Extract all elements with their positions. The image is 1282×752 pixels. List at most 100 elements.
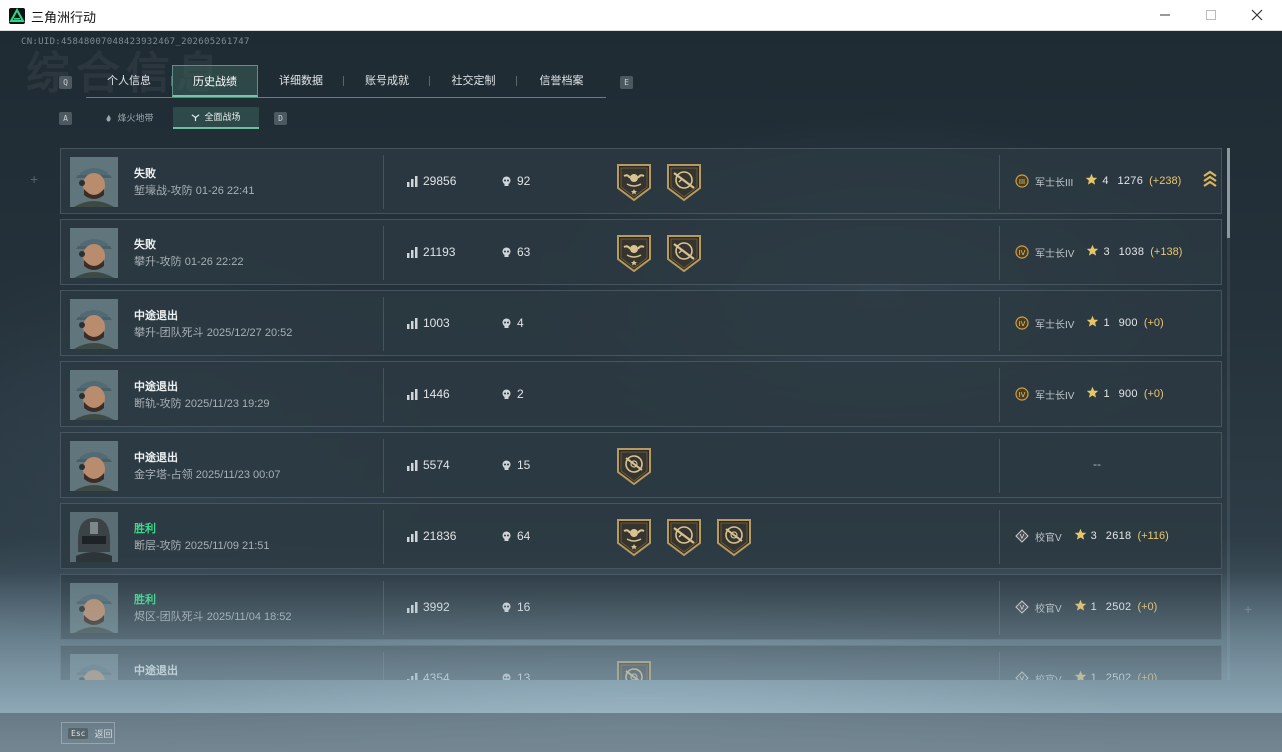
match-row[interactable]: 失败 攀升-攻防 01-26 22:22 21193 63 IV 军士长IV 3 10… [60, 219, 1222, 285]
match-result: 胜利 [134, 523, 156, 535]
match-medals [615, 659, 653, 680]
rank-iv-icon: IV [1015, 387, 1029, 401]
match-row[interactable]: 胜利 烬区-团队死斗 2025/11/04 18:52 3992 16 V 校官V… [60, 574, 1222, 640]
rank-info: IV 军士长IV 1 900 (+0) [1015, 315, 1164, 331]
operator-portrait-icon [70, 299, 118, 349]
rank-stars: 1 [1074, 599, 1097, 615]
next-subtab-key-hint[interactable]: D [274, 112, 287, 125]
match-score: 5574 [407, 458, 450, 472]
star-count: 1 [1103, 317, 1110, 329]
svg-text:V: V [1020, 533, 1025, 541]
rank-stars: 1 [1086, 386, 1110, 402]
score-value: 4354 [423, 671, 450, 680]
rank-points: 2502 [1105, 672, 1132, 680]
next-tab-key-hint[interactable]: E [620, 76, 633, 89]
tab-detailed-data[interactable]: 详细数据 [258, 65, 344, 97]
rank-points-delta: (+0) [1143, 388, 1164, 400]
match-row[interactable]: 中途退出 金字塔-占领 2025/11/23 00:07 5574 15 -- [60, 432, 1222, 498]
score-value: 1446 [423, 387, 450, 401]
score-bars-icon [407, 459, 418, 471]
kills-value: 64 [517, 529, 531, 543]
tab-match-history[interactable]: 历史战绩 [172, 65, 258, 97]
match-result: 中途退出 [134, 381, 178, 393]
score-bars-icon [407, 672, 418, 680]
kills-value: 15 [517, 458, 531, 472]
rank-info: III 军士长III 4 1276 (+238) [1015, 173, 1181, 189]
rank-points-delta: (+116) [1137, 530, 1169, 542]
prev-subtab-key-hint[interactable]: A [59, 112, 72, 125]
match-medals [615, 162, 703, 202]
match-history-list[interactable]: 失败 堑壕战-攻防 01-26 22:41 29856 92 III 军士长III… [60, 148, 1223, 680]
rank-stars: 3 [1074, 528, 1097, 544]
window-titlebar: 三角洲行动 [0, 0, 1282, 31]
svg-text:III: III [1019, 178, 1025, 186]
svg-text:V: V [1020, 604, 1025, 612]
medal-target-icon [615, 659, 653, 680]
star-count: 3 [1090, 530, 1097, 542]
match-score: 29856 [407, 174, 456, 188]
skull-icon [502, 602, 511, 612]
match-kills: 4 [501, 316, 524, 330]
svg-text:V: V [1020, 675, 1025, 680]
tab-social-custom[interactable]: 社交定制 [430, 65, 517, 97]
match-mode-time: 攀升-团队死斗 2025/12/27 20:52 [134, 327, 293, 339]
operator-avatar [70, 654, 118, 680]
rank-name: 校官V [1035, 674, 1062, 681]
match-medals [615, 517, 753, 557]
rank-points: 2618 [1105, 530, 1132, 542]
tab-credit-file[interactable]: 信誉档案 [517, 65, 606, 97]
maximize-icon [1206, 10, 1216, 20]
rank-info: IV 军士长IV 1 900 (+0) [1015, 386, 1164, 402]
star-count: 1 [1090, 672, 1097, 680]
subtab-warfare[interactable]: 全面战场 [173, 107, 259, 129]
minimize-button[interactable] [1142, 0, 1188, 30]
rank-points-delta: (+0) [1143, 317, 1164, 329]
kills-value: 63 [517, 245, 531, 259]
close-button[interactable] [1234, 0, 1280, 30]
match-kills: 16 [501, 600, 530, 614]
match-row[interactable]: 失败 堑壕战-攻防 01-26 22:41 29856 92 III 军士长III… [60, 148, 1222, 214]
match-row[interactable]: 胜利 断层-攻防 2025/11/09 21:51 21836 64 V 校官V 3… [60, 503, 1222, 569]
star-icon [1074, 599, 1087, 615]
star-icon [1086, 315, 1099, 331]
subtab-operations-label: 烽火地带 [117, 113, 154, 123]
kills-value: 92 [517, 174, 531, 188]
rank-info: IV 军士长IV 3 1038 (+138) [1015, 244, 1182, 260]
star-count: 1 [1103, 388, 1110, 400]
maximize-button[interactable] [1188, 0, 1234, 30]
rank-empty: -- [1093, 457, 1101, 471]
operator-avatar [70, 370, 118, 420]
match-score: 21836 [407, 529, 456, 543]
rank-officer-v-icon: V [1015, 671, 1029, 680]
rank-iv-icon: IV [1015, 245, 1029, 259]
score-value: 29856 [423, 174, 457, 188]
match-list-scrollbar[interactable] [1227, 148, 1230, 680]
rank-name: 军士长III [1035, 177, 1074, 189]
operator-portrait-icon [70, 441, 118, 491]
tab-personal-info[interactable]: 个人信息 [86, 65, 172, 97]
score-bars-icon [407, 317, 418, 329]
match-row[interactable]: 中途退出 攀升-团队死斗 2025/12/27 20:52 1003 4 IV 军… [60, 290, 1222, 356]
skull-icon [502, 389, 511, 399]
star-count: 4 [1102, 175, 1109, 187]
tab-achievements[interactable]: 账号成就 [344, 65, 430, 97]
match-result: 失败 [134, 168, 156, 180]
rank-info: V 校官V 3 2618 (+116) [1015, 528, 1169, 544]
game-viewport: 综合信息 CN:UID:4584800704842393246​7_202605… [0, 31, 1282, 752]
match-row[interactable]: 中途退出 断轨-攻防 2025/11/23 19:29 1446 2 IV 军士长… [60, 361, 1222, 427]
subtab-warfare-label: 全面战场 [204, 112, 241, 122]
match-mode-time: 堑壕战-攻防 01-26 22:41 [134, 185, 255, 197]
match-row[interactable]: 中途退出 烬区-攻防 2025/11/04 18:40 4354 13 V 校官V… [60, 645, 1222, 680]
esc-key-hint: Esc [68, 727, 89, 739]
back-button[interactable]: Esc 返回 [61, 722, 115, 744]
star-icon [1086, 386, 1099, 402]
operator-avatar [70, 228, 118, 278]
match-kills: 63 [501, 245, 530, 259]
scrollbar-thumb[interactable] [1227, 148, 1230, 238]
match-result: 中途退出 [134, 310, 178, 322]
promotion-chevrons-icon [1203, 169, 1217, 191]
star-icon [1074, 670, 1087, 680]
operator-avatar [70, 583, 118, 633]
prev-tab-key-hint[interactable]: Q [59, 76, 72, 89]
subtab-operations[interactable]: 烽火地带 [88, 107, 170, 129]
